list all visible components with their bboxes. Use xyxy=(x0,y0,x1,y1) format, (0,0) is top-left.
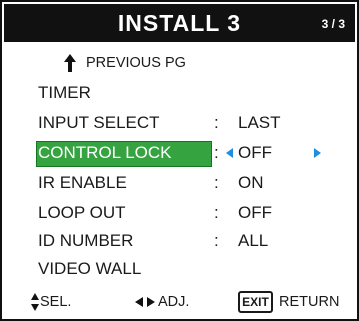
page-indicator: 3 / 3 xyxy=(321,17,345,31)
menu-item-ir-enable[interactable]: IR ENABLE : ON xyxy=(2,170,357,196)
adj-label: ADJ. xyxy=(158,294,190,310)
menu-item-label: INPUT SELECT xyxy=(38,113,160,132)
menu-item-label: TIMER xyxy=(38,83,91,102)
separator: : xyxy=(214,173,219,192)
left-right-arrows-icon xyxy=(135,297,155,307)
increase-arrow-icon[interactable] xyxy=(314,148,321,158)
menu-title: INSTALL 3 xyxy=(117,10,242,36)
separator: : xyxy=(214,203,219,222)
separator: : xyxy=(214,143,219,162)
menu-item-loop-out[interactable]: LOOP OUT : OFF xyxy=(2,200,357,226)
menu-item-label: LOOP OUT xyxy=(38,203,126,222)
exit-key[interactable]: EXIT xyxy=(238,291,273,313)
menu-item-label: ID NUMBER xyxy=(38,231,134,250)
menu-item-value: OFF xyxy=(238,203,272,222)
menu-item-label: VIDEO WALL xyxy=(38,259,142,278)
menu-item-value: ON xyxy=(238,173,264,192)
menu-item-value: LAST xyxy=(238,113,281,132)
menu-item-input-select[interactable]: INPUT SELECT : LAST xyxy=(2,110,357,136)
menu-item-value: OFF xyxy=(238,143,272,162)
up-arrow-icon xyxy=(64,54,76,72)
menu-item-id-number[interactable]: ID NUMBER : ALL xyxy=(2,228,357,254)
menu-item-video-wall[interactable]: VIDEO WALL xyxy=(2,256,357,282)
previous-page-label: PREVIOUS PG xyxy=(86,55,186,71)
menu-item-timer[interactable]: TIMER xyxy=(2,80,357,106)
return-label: RETURN xyxy=(279,294,340,310)
sel-label: SEL. xyxy=(40,294,72,310)
decrease-arrow-icon[interactable] xyxy=(226,148,233,158)
up-down-arrows-icon xyxy=(31,293,39,311)
menu-item-control-lock[interactable]: CONTROL LOCK : OFF xyxy=(2,140,357,167)
menu-item-value: ALL xyxy=(238,231,269,250)
separator: : xyxy=(214,231,219,250)
previous-page-item[interactable]: PREVIOUS PG xyxy=(2,50,357,76)
title-bar: INSTALL 3 3 / 3 xyxy=(4,4,355,42)
separator: : xyxy=(214,113,219,132)
osd-menu: INSTALL 3 3 / 3 PREVIOUS PG TIMER INPUT … xyxy=(0,0,359,321)
key-legend: SEL. ADJ. EXIT RETURN xyxy=(2,286,357,318)
menu-item-label: IR ENABLE xyxy=(38,173,127,192)
menu-item-label: CONTROL LOCK xyxy=(38,143,172,162)
